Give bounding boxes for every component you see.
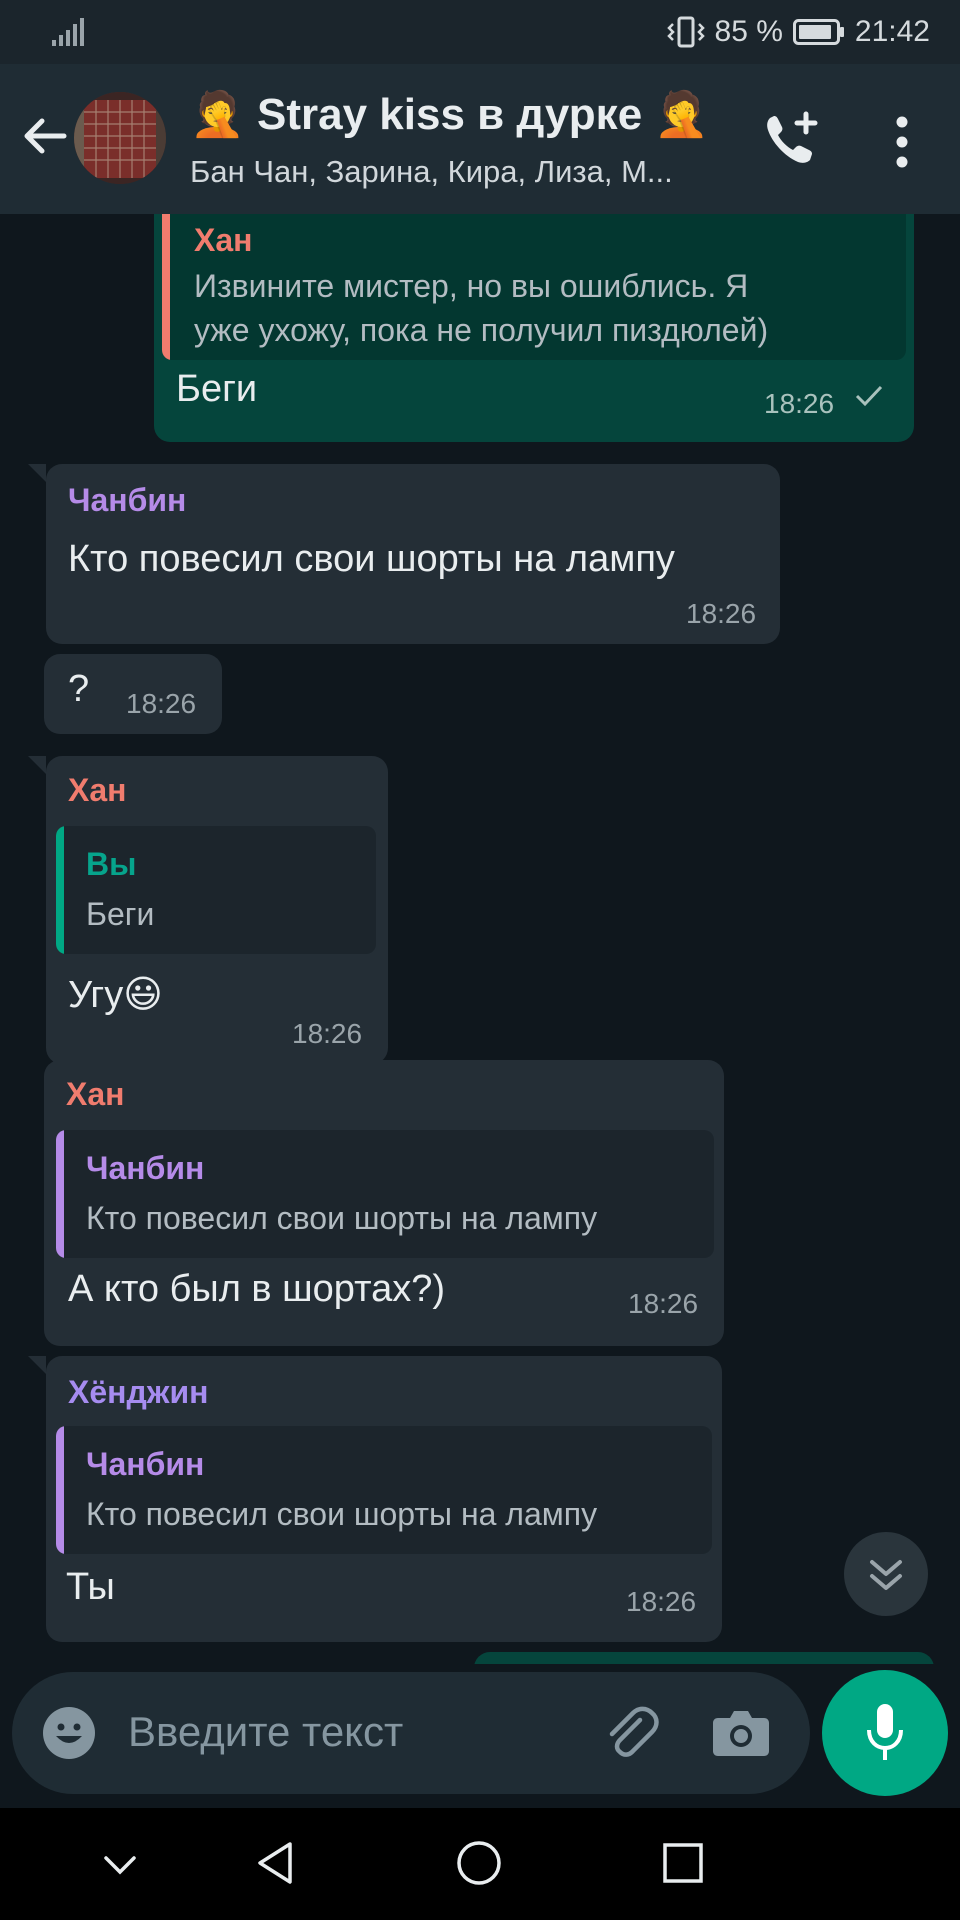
- battery-percent: 85 %: [714, 15, 783, 48]
- message-text: Угу😃: [68, 974, 163, 1016]
- sender-name: Чанбин: [68, 482, 187, 518]
- nav-recents-icon[interactable]: [658, 1838, 708, 1888]
- battery-icon: [792, 19, 844, 45]
- quote-sender: Чанбин: [86, 1150, 205, 1186]
- system-nav-bar: [0, 1808, 960, 1920]
- reply-quote[interactable]: Чанбин Кто повесил свои шорты на лампу: [56, 1426, 712, 1554]
- message-list[interactable]: Хан Извините мистер, но вы ошиблись. Я у…: [0, 214, 960, 1664]
- message-bubble-incoming[interactable]: ? 18:26: [44, 654, 222, 734]
- message-text: Беги: [176, 368, 258, 410]
- voice-record-button[interactable]: [822, 1670, 948, 1796]
- bubble-tail: [28, 756, 46, 774]
- reply-quote[interactable]: Хан Извините мистер, но вы ошиблись. Я у…: [162, 214, 906, 360]
- quote-text-line1: Извините мистер, но вы ошиблись. Я: [194, 268, 749, 304]
- message-time: 18:26: [292, 1018, 363, 1049]
- group-avatar[interactable]: [74, 92, 166, 184]
- message-text: Кто повесил свои шорты на лампу: [68, 538, 675, 580]
- bubble-tail: [28, 464, 46, 482]
- vibrate-icon: [666, 16, 705, 48]
- bubble-tail: [28, 1356, 46, 1374]
- message-bubble-incoming[interactable]: Хан Вы Беги Угу😃 18:26: [46, 756, 388, 1064]
- message-bubble-incoming[interactable]: Хан Чанбин Кто повесил свои шорты на лам…: [44, 1060, 724, 1346]
- more-vert-icon[interactable]: [884, 114, 920, 170]
- status-bar: 85 % 21:42: [0, 0, 960, 64]
- message-time: 18:26: [628, 1288, 699, 1319]
- emoji-icon[interactable]: [42, 1706, 96, 1760]
- reply-quote[interactable]: Чанбин Кто повесил свои шорты на лампу: [56, 1130, 714, 1258]
- double-chevron-down-icon: [870, 1560, 902, 1590]
- signal-icon: [52, 18, 84, 46]
- scroll-to-bottom-button[interactable]: [844, 1532, 928, 1616]
- check-icon: [855, 385, 883, 407]
- message-bubble-outgoing-partial[interactable]: [474, 1652, 934, 1664]
- quote-text-line2: уже ухожу, пока не получил пиздюлей): [194, 312, 769, 348]
- message-time: 18:26: [126, 688, 197, 719]
- message-time: 18:26: [686, 598, 757, 629]
- reply-quote[interactable]: Вы Беги: [56, 826, 376, 954]
- quote-bar: [56, 1130, 64, 1258]
- clock: 21:42: [854, 15, 930, 48]
- back-arrow-icon[interactable]: [20, 112, 68, 160]
- message-time: 18:26: [764, 388, 835, 419]
- nav-hide-keyboard-icon[interactable]: [100, 1846, 140, 1886]
- add-call-icon[interactable]: [760, 110, 820, 170]
- sender-name: Хан: [68, 772, 127, 808]
- message-bubble-outgoing[interactable]: Хан Извините мистер, но вы ошиблись. Я у…: [154, 214, 914, 442]
- status-right: 85 % 21:42: [666, 12, 930, 52]
- mic-icon: [867, 1704, 903, 1760]
- quote-sender: Чанбин: [86, 1446, 205, 1482]
- camera-icon[interactable]: [712, 1706, 770, 1758]
- message-text: ?: [68, 668, 90, 710]
- sender-name: Хёнджин: [68, 1374, 209, 1410]
- message-composer[interactable]: Введите текст: [12, 1672, 810, 1794]
- chat-members[interactable]: Бан Чан, Зарина, Кира, Лиза, М...: [190, 154, 730, 190]
- quote-text: Кто повесил свои шорты на лампу: [86, 1496, 598, 1532]
- avatar-image: [74, 92, 166, 184]
- quote-text: Кто повесил свои шорты на лампу: [86, 1200, 598, 1236]
- quote-bar: [56, 1426, 64, 1554]
- chat-screen: 85 % 21:42 🤦 Stray kiss в дурке 🤦 Бан Ча…: [0, 0, 960, 1920]
- quote-bar: [162, 214, 170, 360]
- quote-sender: Вы: [86, 846, 137, 882]
- attach-icon[interactable]: [600, 1702, 660, 1762]
- nav-home-icon[interactable]: [454, 1838, 504, 1888]
- message-time: 18:26: [626, 1586, 697, 1617]
- nav-back-icon[interactable]: [250, 1838, 300, 1888]
- quote-sender: Хан: [194, 222, 253, 258]
- chat-title[interactable]: 🤦 Stray kiss в дурке 🤦: [190, 88, 750, 140]
- quote-text: Беги: [86, 896, 155, 932]
- message-text: А кто был в шортах?): [68, 1268, 445, 1310]
- quote-bar: [56, 826, 64, 954]
- message-input[interactable]: Введите текст: [128, 1708, 403, 1756]
- message-text: Ты: [66, 1566, 115, 1608]
- sender-name: Хан: [66, 1076, 125, 1112]
- message-bubble-incoming[interactable]: Хёнджин Чанбин Кто повесил свои шорты на…: [46, 1356, 722, 1642]
- message-bubble-incoming[interactable]: Чанбин Кто повесил свои шорты на лампу 1…: [46, 464, 780, 644]
- chat-header: 🤦 Stray kiss в дурке 🤦 Бан Чан, Зарина, …: [0, 64, 960, 214]
